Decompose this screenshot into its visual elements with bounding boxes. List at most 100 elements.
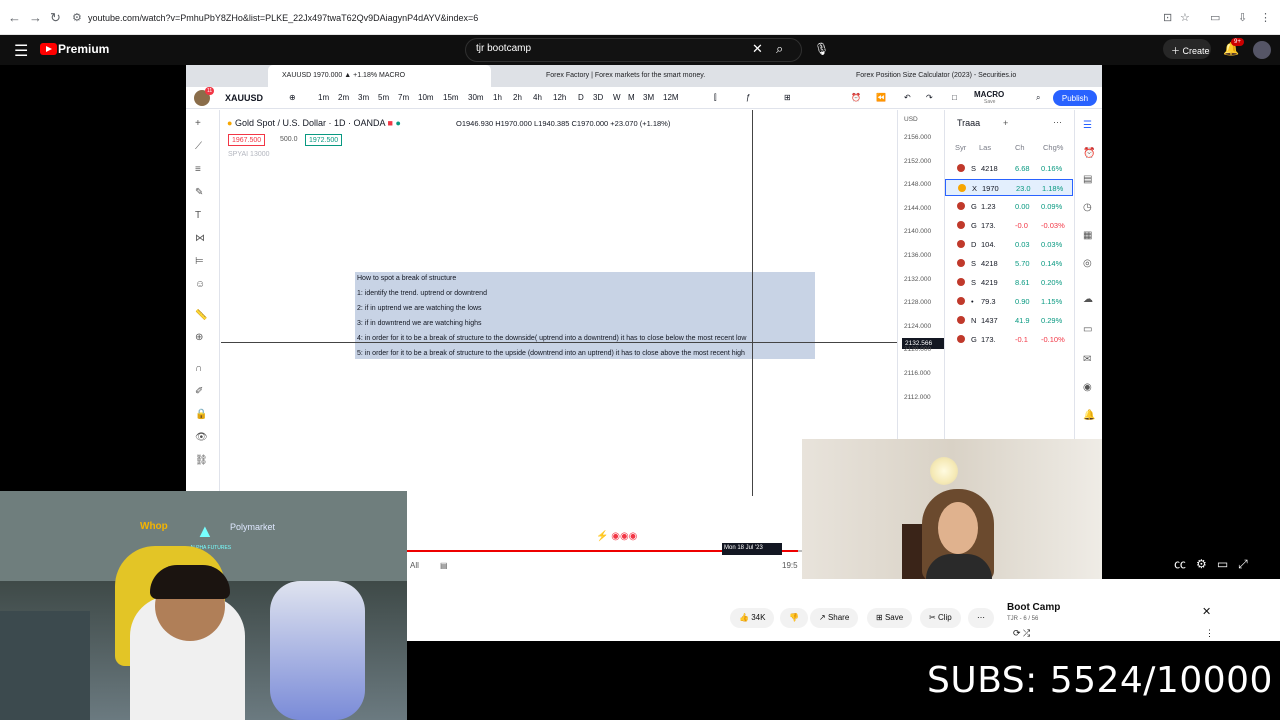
host-face (938, 502, 978, 554)
share-icon: ↗ (819, 613, 826, 622)
chat-icon: ☁ (1083, 294, 1093, 305)
symbol-logo-icon (957, 164, 965, 172)
symbol-logo-icon (957, 202, 965, 210)
symbol-logo-icon (957, 259, 965, 267)
watchlist-last: 1970 (982, 184, 999, 193)
microphone-icon[interactable]: 🎙 (814, 42, 829, 56)
downloads-icon[interactable]: ⇩ (1238, 11, 1247, 24)
note-line: 4: in order for it to be a break of stru… (357, 335, 747, 342)
watchlist-last: 104. (981, 240, 996, 249)
symbol-logo-icon (957, 316, 965, 324)
watchlist-pct: -0.10% (1041, 335, 1065, 344)
watchlist-sym: S (971, 259, 977, 268)
miniplayer-icon[interactable]: ▭ (1217, 557, 1228, 571)
chart-title: ● Gold Spot / U.S. Dollar · 1D · OANDA ■… (227, 118, 401, 128)
watchlist-column-header: Las (979, 143, 992, 152)
playlist-title[interactable]: Boot Camp (1007, 602, 1060, 613)
youtube-logo-icon[interactable] (40, 43, 57, 55)
more-actions-button[interactable]: ⋯ (968, 608, 994, 628)
replay-icon: ⏪ (876, 93, 886, 102)
ohlc-values: O1946.930 H1970.000 L1940.385 C1970.000 … (456, 119, 671, 128)
hamburger-menu-icon[interactable]: ☰ (14, 41, 28, 61)
clear-search-icon[interactable]: ✕ (752, 41, 763, 57)
install-icon[interactable]: ⊡ (1163, 11, 1172, 24)
watchlist-title: Traaa (957, 118, 981, 128)
indicators-icon: ƒ (746, 93, 751, 102)
replay-controls-icon: ⚡ ◉◉◉ (596, 531, 638, 542)
create-label: Create (1182, 46, 1210, 56)
interval-30m: 30m (468, 93, 484, 102)
currency-label: USD (904, 116, 918, 123)
captions-icon[interactable]: ㏄ (1174, 557, 1186, 571)
broadcast-icon: ◉ (1083, 382, 1092, 393)
price-tick: 2136.000 (904, 252, 932, 259)
search-icon[interactable]: ⌕ (776, 41, 783, 57)
notification-count-badge: 9+ (1231, 38, 1244, 46)
browser-menu-icon[interactable]: ⋮ (1260, 11, 1271, 24)
sidebar-icon[interactable]: ▭ (1210, 11, 1220, 24)
watchlist-row: D 104. 0.03 0.03% (945, 236, 1073, 253)
share-button[interactable]: ↗ Share (810, 608, 859, 628)
settings-gear-icon[interactable]: ⚙ (1196, 557, 1207, 571)
lock-drawings-icon: ✐ (195, 386, 204, 397)
site-info-icon[interactable]: ⚙ (72, 11, 82, 24)
watchlist-chg: 0.03 (1015, 240, 1030, 249)
redo-icon: ↷ (926, 93, 933, 102)
symbol-logo-icon (958, 184, 966, 192)
reload-button[interactable]: ↻ (50, 10, 61, 26)
watchlist-chg: 6.68 (1015, 164, 1030, 173)
price-tick: 2124.000 (904, 322, 932, 330)
save-button[interactable]: ⊞ Save (867, 608, 913, 628)
playlist-position: TJR - 6 / 56 (1007, 616, 1039, 622)
back-button[interactable]: ← (8, 10, 21, 25)
watchlist-last: 173. (981, 335, 996, 344)
layout-name: MACRO (974, 90, 1005, 99)
like-button[interactable]: 👍 34K (730, 608, 775, 628)
watchlist-last: 4218 (981, 259, 998, 268)
dislike-button[interactable]: 👎 (780, 608, 808, 628)
messages-icon: ▭ (1083, 324, 1093, 335)
bookmark-star-icon[interactable]: ☆ (1180, 11, 1190, 24)
fullscreen-icon[interactable]: ⤢ (1238, 557, 1248, 571)
bar-style-icon: ⫿ (714, 93, 717, 102)
watchlist-chg: 5.70 (1015, 259, 1030, 268)
address-bar[interactable]: youtube.com/watch?v=PmhuPbY8ZHo&list=PLK… (88, 13, 478, 23)
range-all: All (410, 561, 419, 570)
watchlist-sym: S (971, 164, 977, 173)
playlist-more-icon[interactable]: ⋮ (1205, 628, 1214, 639)
search-box[interactable]: tjr bootcamp ✕ ⌕ (465, 38, 802, 62)
note-line: 2: if in uptrend we are watching the low… (357, 305, 482, 312)
data-window-icon: ▤ (1083, 174, 1093, 185)
clip-button[interactable]: ✂ Clip (920, 608, 961, 628)
tab-label: XAUUSD 1970.000 ▲ +1.18% MACRO (282, 72, 406, 79)
price-tick: 2132.000 (904, 275, 932, 283)
create-button[interactable]: ＋ Create (1163, 39, 1211, 59)
watchlist-sym: • (971, 297, 974, 306)
account-avatar[interactable] (1253, 41, 1271, 59)
forward-button[interactable]: → (29, 10, 42, 25)
watchlist-row: N 1437 41.9 0.29% (945, 312, 1073, 329)
close-playlist-icon[interactable]: ✕ (1202, 605, 1211, 618)
share-label: Share (827, 613, 850, 622)
interval-d: D (578, 93, 584, 102)
search-input[interactable]: tjr bootcamp (476, 43, 531, 54)
youtube-premium-label[interactable]: Premium (58, 42, 109, 56)
tab-label: Forex Factory | Forex markets for the sm… (546, 72, 706, 79)
watchlist-row: S 4219 8.61 0.20% (945, 274, 1073, 291)
loop-shuffle-icons[interactable]: ⟳ ⤮ (1013, 628, 1030, 639)
watchlist-row: G 1.23 0.00 0.09% (945, 198, 1073, 215)
date-range-icon: ▤ (440, 561, 448, 570)
streamer-webcam: Whop ▲ ALPHA FUTURES Polymarket (0, 491, 407, 720)
chart-time: 19:5 (782, 561, 798, 570)
hotlist-icon: ◷ (1083, 202, 1092, 213)
tradingview-top-toolbar: 11 XAUUSD ⊕ 1m 2m 3m 5m 7m 10m 15m 30m 1h 2h 4h 12h… (186, 87, 1102, 109)
interval-10m: 10m (418, 93, 434, 102)
symbol-logo-icon (957, 297, 965, 305)
add-symbol-icon: ⊕ (289, 93, 296, 102)
calendar-icon: ▦ (1083, 230, 1093, 241)
watchlist-column-header: Ch (1015, 143, 1025, 152)
save-icon: ⊞ (876, 613, 883, 622)
note-line: How to spot a break of structure (357, 275, 457, 282)
clip-label: Clip (937, 613, 952, 622)
interval-w: W (613, 93, 621, 102)
